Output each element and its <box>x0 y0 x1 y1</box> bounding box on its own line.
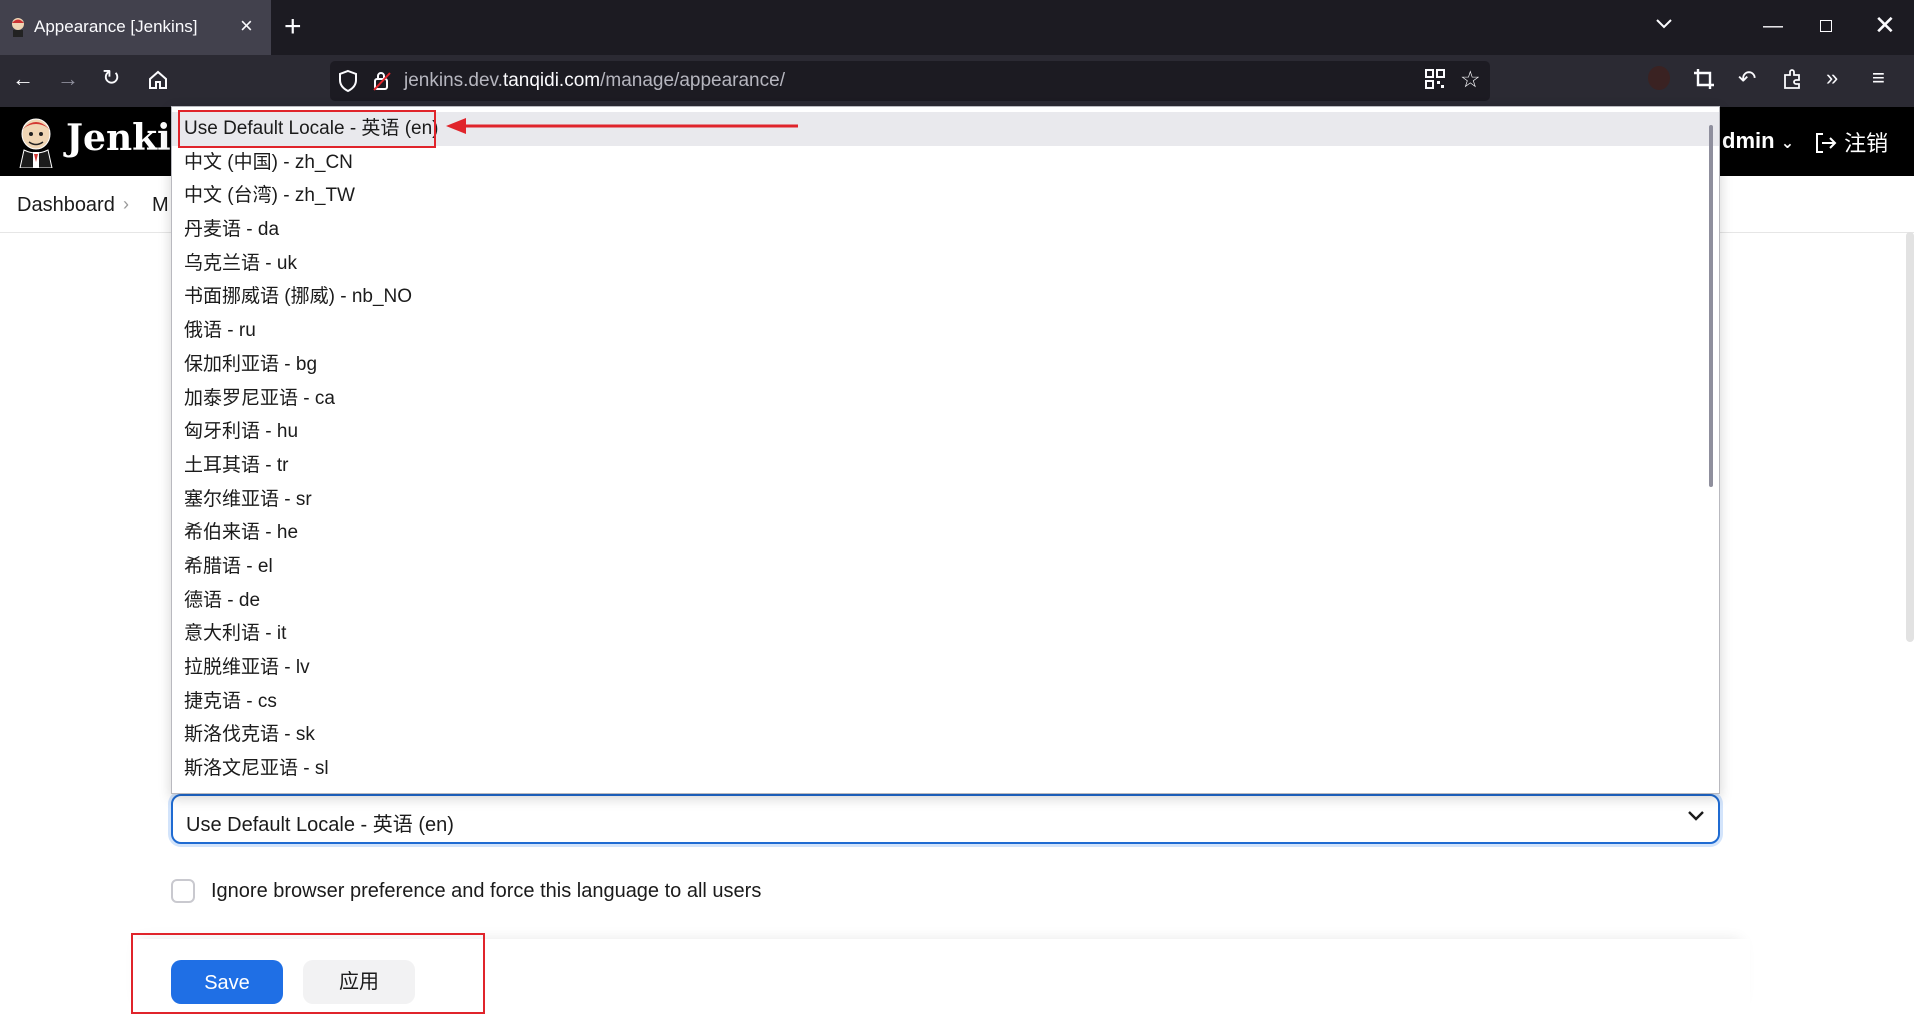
locale-dropdown-list[interactable]: Use Default Locale - 英语 (en) 中文 (中国) - zh… <box>171 106 1720 794</box>
locale-option[interactable]: 俄语 - ru <box>172 314 1719 348</box>
chevron-down-icon[interactable] <box>1686 809 1706 823</box>
locale-option[interactable]: 希腊语 - el <box>172 550 1719 584</box>
forward-arrow-icon[interactable]: → <box>57 67 79 91</box>
locale-option[interactable]: 土耳其语 - tr <box>172 449 1719 483</box>
shield-icon[interactable] <box>338 69 358 93</box>
tab-close-icon[interactable]: × <box>240 13 253 39</box>
annotation-highlight-box <box>178 110 436 148</box>
ignore-browser-preference-checkbox[interactable] <box>171 879 195 903</box>
crop-icon[interactable] <box>1693 68 1715 90</box>
dropdown-scrollbar[interactable] <box>1709 125 1713 487</box>
browser-tab-title: Appearance [Jenkins] <box>34 17 198 36</box>
jenkins-brand-title[interactable]: Jenki <box>66 117 171 159</box>
extensions-puzzle-icon[interactable] <box>1782 68 1804 90</box>
locale-option[interactable]: 希伯来语 - he <box>172 516 1719 550</box>
chevron-down-icon: ⌄ <box>1780 135 1795 152</box>
menu-hamburger-icon[interactable]: ≡ <box>1872 66 1885 90</box>
locale-option[interactable]: 意大利语 - it <box>172 617 1719 651</box>
ignore-browser-preference-label[interactable]: Ignore browser preference and force this… <box>211 880 761 903</box>
jenkins-logo-icon[interactable] <box>14 116 58 168</box>
page-scrollbar[interactable] <box>1906 232 1914 642</box>
locale-option[interactable]: 中文 (台湾) - zh_TW <box>172 179 1719 213</box>
qr-code-icon[interactable] <box>1425 69 1445 89</box>
new-tab-icon[interactable]: + <box>284 10 302 44</box>
window-restore-icon[interactable] <box>1820 20 1832 32</box>
locale-option[interactable]: 乌克兰语 - uk <box>172 247 1719 281</box>
extension-avatar-icon[interactable] <box>1648 66 1670 90</box>
undo-arrow-icon[interactable]: ↶ <box>1738 67 1756 91</box>
locale-option[interactable]: 书面挪威语 (挪威) - nb_NO <box>172 280 1719 314</box>
back-arrow-icon[interactable]: ← <box>12 67 34 91</box>
logout-icon <box>1816 133 1837 153</box>
user-menu[interactable]: dmin ⌄ <box>1722 128 1794 154</box>
logout-label: 注销 <box>1844 131 1889 156</box>
window-minimize-icon[interactable]: — <box>1763 15 1783 38</box>
overflow-chevrons-icon[interactable]: » <box>1826 66 1838 90</box>
tab-list-chevron-icon[interactable] <box>1655 18 1673 30</box>
logout-link[interactable]: 注销 <box>1814 126 1888 158</box>
window-close-icon[interactable]: ✕ <box>1874 10 1896 40</box>
breadcrumb-dashboard[interactable]: Dashboard <box>17 194 115 217</box>
locale-option[interactable]: 拉脱维亚语 - lv <box>172 651 1719 685</box>
insecure-lock-icon[interactable] <box>372 70 392 92</box>
locale-select-value: Use Default Locale - 英语 (en) <box>186 814 454 836</box>
bookmark-star-icon[interactable]: ☆ <box>1460 66 1481 93</box>
locale-option[interactable]: 塞尔维亚语 - sr <box>172 483 1719 517</box>
locale-option[interactable]: 中文 (中国) - zh_CN <box>172 146 1719 180</box>
locale-option[interactable]: 加泰罗尼亚语 - ca <box>172 382 1719 416</box>
url-text[interactable]: jenkins.dev.tanqidi.com/manage/appearanc… <box>404 70 785 92</box>
locale-option[interactable]: 匈牙利语 - hu <box>172 415 1719 449</box>
locale-option[interactable]: 德语 - de <box>172 584 1719 618</box>
jenkins-favicon-icon <box>12 18 24 37</box>
annotation-highlight-box <box>131 933 485 1014</box>
annotation-arrow-icon <box>446 118 798 134</box>
locale-option[interactable]: 斯洛伐克语 - sk <box>172 718 1719 752</box>
locale-option[interactable]: 捷克语 - cs <box>172 685 1719 719</box>
breadcrumb-manage[interactable]: M <box>152 194 169 217</box>
reload-icon[interactable]: ↻ <box>102 66 120 90</box>
locale-options: Use Default Locale - 英语 (en) 中文 (中国) - zh… <box>172 112 1719 786</box>
breadcrumb-separator-icon: › <box>123 194 129 214</box>
locale-option[interactable]: 斯洛文尼亚语 - sl <box>172 752 1719 786</box>
home-icon[interactable] <box>147 69 169 91</box>
locale-option[interactable]: 丹麦语 - da <box>172 213 1719 247</box>
locale-option[interactable]: 保加利亚语 - bg <box>172 348 1719 382</box>
